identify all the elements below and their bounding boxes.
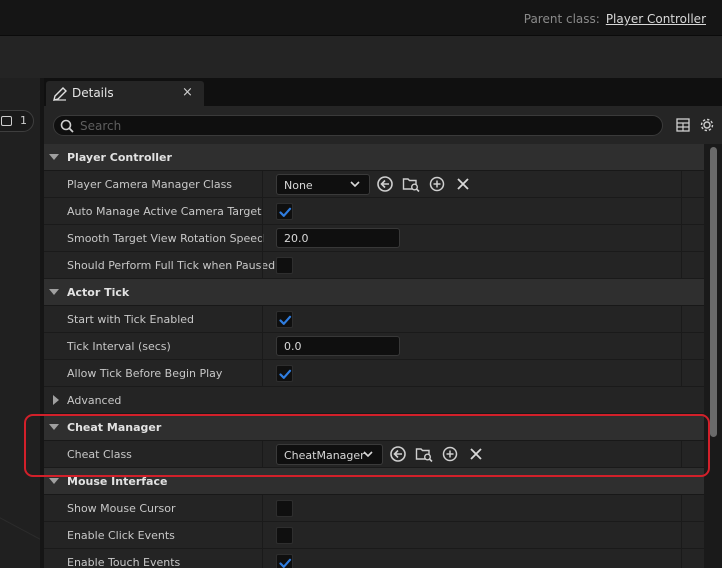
property-label: Allow Tick Before Begin Play [67,367,223,380]
property-label: Tick Interval (secs) [67,340,171,353]
tab-details[interactable]: Details × [46,81,204,106]
property-row: Tick Interval (secs) 0.0 [44,333,704,360]
property-row: Allow Tick Before Begin Play [44,360,704,387]
expand-arrow-icon[interactable] [49,478,59,484]
use-selected-icon[interactable] [389,445,407,463]
property-row: Enable Touch Events [44,549,704,568]
clear-icon[interactable] [454,175,472,193]
add-icon[interactable] [428,175,446,193]
expand-arrow-icon[interactable] [49,424,59,430]
add-icon[interactable] [441,445,459,463]
section-cheat-manager[interactable]: Cheat Manager [44,414,704,441]
search-box[interactable] [53,115,663,136]
section-actor-tick[interactable]: Actor Tick [44,279,704,306]
property-list: Player Controller Player Camera Manager … [44,144,704,568]
checkmark-icon [279,558,292,568]
property-row: Smooth Target View Rotation Speed 20.0 [44,225,704,252]
browse-asset-icon[interactable] [402,175,420,193]
tab-bar: Details × [44,78,722,106]
smooth-rotation-speed-input[interactable]: 20.0 [276,228,400,248]
property-label: Should Perform Full Tick when Paused [67,259,276,272]
advanced-row[interactable]: Advanced [44,387,704,414]
property-label: Auto Manage Active Camera Target [67,205,262,218]
search-icon [60,119,74,133]
section-title: Cheat Manager [67,421,162,434]
close-icon[interactable]: × [182,85,193,100]
parent-class: Parent class: Player Controller [524,12,706,26]
section-player-controller[interactable]: Player Controller [44,144,704,171]
property-row: Enable Click Events [44,522,704,549]
cheat-class-dropdown[interactable]: CheatManager [276,444,383,465]
camera-number: 1 [20,114,27,127]
checkmark-icon [279,207,292,217]
browse-asset-icon[interactable] [415,445,433,463]
tick-before-play-checkbox[interactable] [276,365,293,382]
viewport-grid-line [0,509,40,548]
scrollbar[interactable] [705,144,722,568]
full-tick-checkbox[interactable] [276,257,293,274]
checkmark-icon [279,369,292,379]
show-cursor-checkbox[interactable] [276,500,293,517]
section-mouse-interface[interactable]: Mouse Interface [44,468,704,495]
parent-class-label: Parent class: [523,12,600,26]
search-input[interactable] [80,117,640,134]
property-label: Cheat Class [67,448,132,461]
property-row: Start with Tick Enabled [44,306,704,333]
parent-class-link[interactable]: Player Controller [606,12,706,26]
click-events-checkbox[interactable] [276,527,293,544]
property-row: Show Mouse Cursor [44,495,704,522]
expand-arrow-icon[interactable] [49,289,59,295]
camera-icon [1,116,12,126]
property-row: Auto Manage Active Camera Target [44,198,704,225]
tab-label: Details [72,86,114,100]
section-title: Mouse Interface [67,475,168,488]
scrollbar-thumb[interactable] [710,147,717,437]
search-row [44,106,722,144]
expand-arrow-icon[interactable] [49,154,59,160]
top-bar: Parent class: Player Controller [0,0,722,36]
gear-icon[interactable] [699,117,715,133]
property-label: Smooth Target View Rotation Speed [67,232,265,245]
property-row: Should Perform Full Tick when Paused [44,252,704,279]
section-title: Actor Tick [67,286,130,299]
toolbar-strip [0,36,722,78]
chevron-down-icon [363,451,373,457]
chevron-down-icon [350,181,360,187]
tick-interval-input[interactable]: 0.0 [276,336,400,356]
dropdown-value: None [284,179,313,192]
pencil-icon [53,87,67,101]
section-title: Player Controller [67,151,172,164]
start-tick-checkbox[interactable] [276,311,293,328]
camera-button[interactable]: 1 [0,110,34,132]
auto-manage-checkbox[interactable] [276,203,293,220]
property-label: Show Mouse Cursor [67,502,176,515]
property-label: Enable Click Events [67,529,175,542]
camera-manager-class-dropdown[interactable]: None [276,174,370,195]
checkmark-icon [279,315,292,325]
expand-right-icon[interactable] [53,395,59,405]
details-panel: Details × Player Controller Player Camer… [44,78,722,568]
property-label: Player Camera Manager Class [67,178,233,191]
advanced-label: Advanced [67,394,122,407]
property-row: Cheat Class CheatManager [44,441,704,468]
dropdown-value: CheatManager [284,449,365,462]
clear-icon[interactable] [467,445,485,463]
property-label: Enable Touch Events [67,556,181,568]
table-view-icon[interactable] [676,118,690,132]
use-selected-icon[interactable] [376,175,394,193]
touch-events-checkbox[interactable] [276,554,293,568]
property-row: Player Camera Manager Class None [44,171,704,198]
property-label: Start with Tick Enabled [67,313,195,326]
viewport[interactable]: 1 [0,78,40,568]
